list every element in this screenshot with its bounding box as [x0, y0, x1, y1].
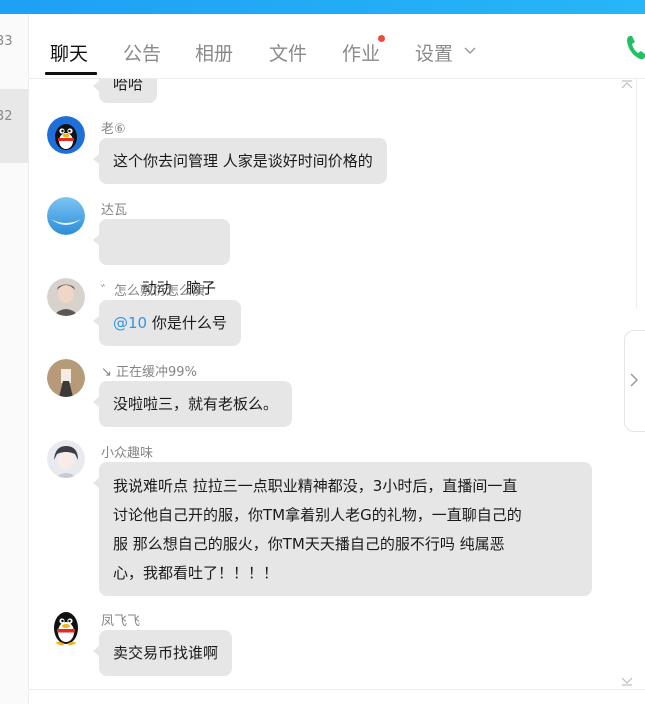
- message-text: 这个你去问管理 人家是谈好时间价格的: [113, 152, 373, 170]
- sender-name: 凤飞飞: [101, 614, 141, 629]
- qq-penguin-icon[interactable]: [47, 608, 85, 646]
- blue-sky-avatar[interactable]: [47, 197, 85, 235]
- person-photo-avatar[interactable]: [47, 359, 85, 397]
- expand-panel-handle[interactable]: [624, 330, 645, 432]
- message-text-line: 心，我都看吐了！！！！: [113, 564, 279, 582]
- sender-name: ↘ 正在缓冲99%: [101, 365, 197, 380]
- qq-penguin-icon[interactable]: [47, 116, 85, 154]
- group-tabs: 聊天 公告 相册 文件 作业 设置: [29, 14, 645, 79]
- tab-homework[interactable]: 作业: [342, 39, 380, 66]
- sender-name: ゛怎么敷衍怎么演: [101, 284, 206, 299]
- message-text: 你是什么号: [147, 314, 227, 332]
- message-bubble[interactable]: 没啦啦三，就有老板么。: [92, 381, 293, 427]
- tab-announcement[interactable]: 公告: [123, 39, 161, 66]
- phone-icon[interactable]: [625, 32, 645, 62]
- input-divider: [29, 689, 645, 690]
- tab-active-indicator: [45, 72, 97, 75]
- tab-chat[interactable]: 聊天: [50, 39, 88, 66]
- message-bubble[interactable]: 动动 脑子: [93, 219, 230, 297]
- sender-name: 小众趣味: [101, 446, 154, 461]
- conversation-item-count: 32: [0, 109, 13, 124]
- message-bubble[interactable]: @10 你是什么号: [93, 300, 241, 346]
- conversation-list: 33 32: [0, 14, 29, 704]
- message-text: 没啦啦三，就有老板么。: [113, 395, 279, 413]
- panel-divider: [636, 79, 637, 309]
- anime-avatar[interactable]: [47, 440, 85, 478]
- chevron-down-icon[interactable]: [464, 44, 476, 56]
- tab-album[interactable]: 相册: [195, 39, 233, 66]
- sender-name: 老⑥: [101, 122, 126, 137]
- homework-badge: [378, 35, 385, 42]
- person-photo-avatar[interactable]: [47, 278, 85, 316]
- chevron-right-icon: [630, 373, 639, 387]
- title-bar: [0, 0, 645, 14]
- message-text: 卖交易币找谁啊: [113, 644, 219, 662]
- message-text-line: 讨论他自己开的服，你TM拿着别人老G的礼物，一直聊自己的: [113, 506, 522, 524]
- conversation-item-selected[interactable]: 32: [0, 89, 28, 163]
- message-text-line: 服 那么想自己的服火，你TM天天播自己的服不行吗 纯属恶: [113, 535, 505, 553]
- scroll-up-icon[interactable]: [620, 80, 634, 90]
- message-bubble[interactable]: 哈哈: [92, 79, 158, 103]
- message-bubble[interactable]: 我说难听点 拉拉三一点职业精神都没，3小时后，直播间一直 讨论他自己开的服，你T…: [93, 462, 592, 596]
- message-bubble[interactable]: 这个你去问管理 人家是谈好时间价格的: [93, 138, 387, 184]
- message-text-line: 我说难听点 拉拉三一点职业精神都没，3小时后，直播间一直: [113, 477, 518, 495]
- message-text: 哈哈: [113, 79, 144, 93]
- message-bubble[interactable]: 卖交易币找谁啊: [92, 630, 233, 676]
- chat-message-list[interactable]: 哈哈 老⑥ 这个你去问管理 人家是谈好时间价格的 达瓦 动动 脑子 ゛怎么敷衍怎…: [29, 79, 618, 689]
- scroll-down-icon[interactable]: [620, 676, 634, 686]
- sender-name: 达瓦: [101, 203, 128, 218]
- conversation-item-count: 33: [0, 34, 13, 49]
- tab-settings[interactable]: 设置: [415, 39, 453, 66]
- tab-files[interactable]: 文件: [269, 39, 307, 66]
- mention-link[interactable]: @10: [113, 314, 147, 332]
